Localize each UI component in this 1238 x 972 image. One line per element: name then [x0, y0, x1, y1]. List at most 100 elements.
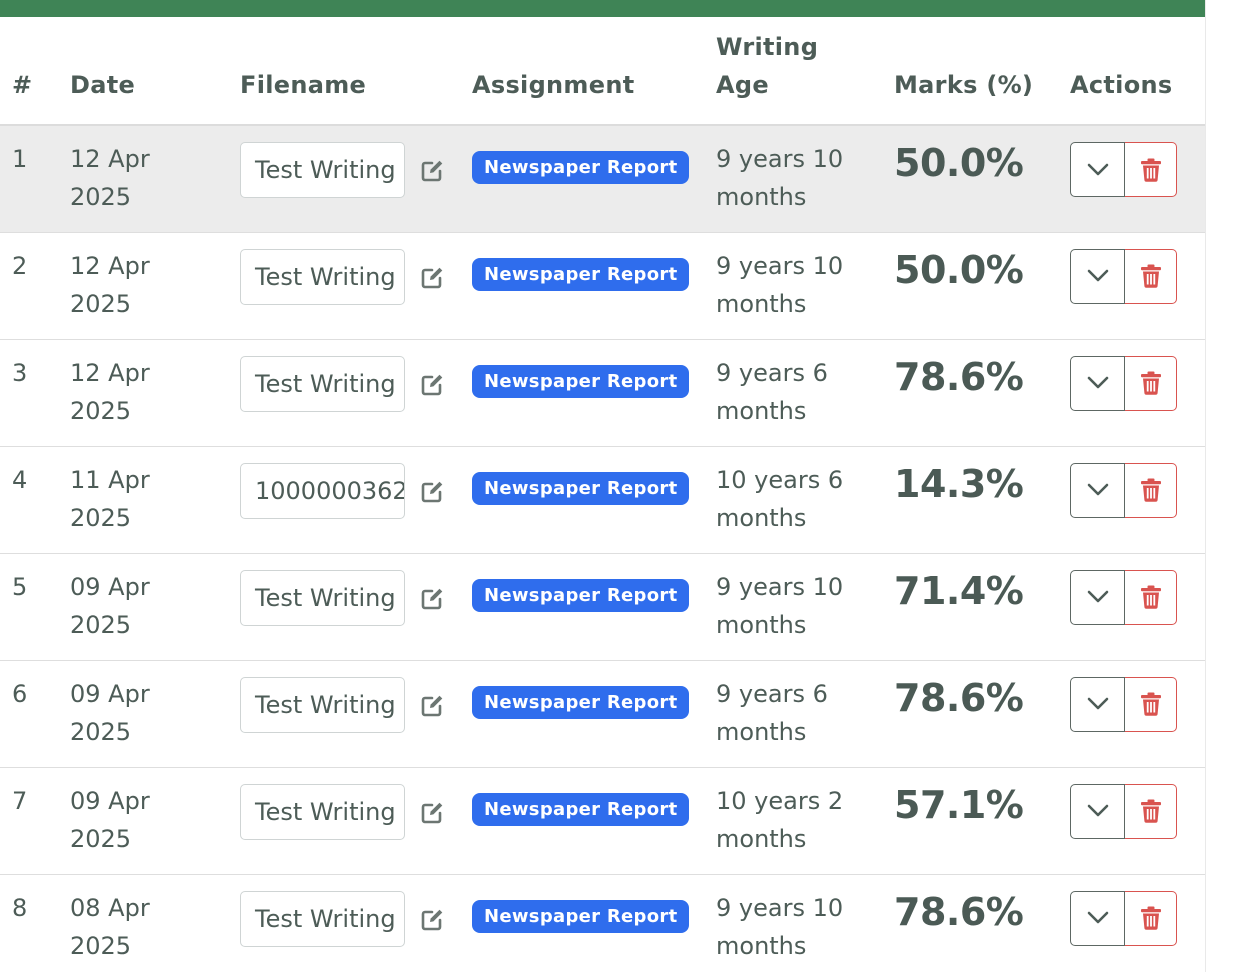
expand-button[interactable]	[1070, 462, 1126, 518]
table-row[interactable]: 1 12 Apr 2025 Test Writing Newspaper Repo…	[0, 125, 1205, 233]
filename-input[interactable]: Test Writing	[240, 783, 405, 840]
edit-icon[interactable]	[419, 157, 445, 183]
edit-icon[interactable]	[419, 906, 445, 932]
row-date: 09 Apr 2025	[70, 767, 240, 875]
row-writing-age-line1: 10 years 6	[716, 465, 844, 494]
delete-button[interactable]	[1125, 462, 1177, 518]
row-date: 09 Apr 2025	[70, 660, 240, 768]
delete-button[interactable]	[1125, 355, 1177, 411]
expand-button[interactable]	[1070, 248, 1126, 304]
row-date-day: 12 Apr	[70, 251, 150, 280]
trash-icon	[1140, 692, 1161, 716]
delete-button[interactable]	[1125, 890, 1177, 946]
filename-wrap: Test Writing	[240, 355, 472, 412]
row-assignment-cell: Newspaper Report	[472, 874, 716, 972]
delete-button[interactable]	[1125, 142, 1177, 197]
row-writing-age-line2: months	[716, 717, 807, 746]
row-date-day: 12 Apr	[70, 358, 150, 387]
column-header-writing-age: Writing Age	[716, 17, 894, 126]
column-header-actions: Actions	[1070, 17, 1205, 126]
chevron-down-icon	[1087, 804, 1109, 817]
table-row[interactable]: 7 09 Apr 2025 Test Writing Newspaper Repo…	[0, 767, 1205, 875]
assignment-badge: Newspaper Report	[472, 899, 690, 933]
row-marks: 71.4%	[894, 553, 1070, 661]
row-date-year: 2025	[70, 183, 132, 211]
expand-button[interactable]	[1070, 890, 1126, 946]
row-assignment-cell: Newspaper Report	[472, 339, 716, 447]
row-actions	[1070, 660, 1205, 768]
delete-button[interactable]	[1125, 676, 1177, 732]
column-header-assignment: Assignment	[472, 17, 716, 126]
actions-button-group	[1070, 890, 1177, 946]
delete-button[interactable]	[1125, 783, 1177, 839]
table-row[interactable]: 2 12 Apr 2025 Test Writing Newspaper Repo…	[0, 232, 1205, 340]
filename-input[interactable]: Test Writing	[240, 676, 405, 733]
row-date-day: 09 Apr	[70, 679, 150, 708]
row-date-year: 2025	[70, 610, 132, 639]
column-header-writing-age-line1: Writing	[716, 33, 819, 61]
row-date: 12 Apr 2025	[70, 339, 240, 447]
table-row[interactable]: 6 09 Apr 2025 Test Writing Newspaper Repo…	[0, 660, 1205, 768]
expand-button[interactable]	[1070, 676, 1126, 732]
row-date: 11 Apr 2025	[70, 446, 240, 554]
filename-wrap: Test Writing	[240, 248, 472, 305]
column-header-number: #	[0, 17, 70, 126]
delete-button[interactable]	[1125, 248, 1177, 304]
row-number: 2	[0, 232, 70, 340]
actions-button-group	[1070, 462, 1177, 518]
trash-icon	[1140, 906, 1161, 930]
row-date-day: 08 Apr	[70, 893, 150, 922]
row-date: 08 Apr 2025	[70, 874, 240, 972]
assignment-badge: Newspaper Report	[472, 471, 690, 505]
actions-button-group	[1070, 676, 1177, 732]
header-bar	[0, 0, 1205, 17]
filename-input[interactable]: 1000000362	[240, 462, 405, 519]
table-row[interactable]: 3 12 Apr 2025 Test Writing Newspaper Repo…	[0, 339, 1205, 447]
row-writing-age: 10 years 6 months	[716, 446, 894, 554]
edit-icon[interactable]	[419, 264, 445, 290]
filename-input[interactable]: Test Writing	[240, 142, 405, 198]
expand-button[interactable]	[1070, 355, 1126, 411]
row-assignment-cell: Newspaper Report	[472, 232, 716, 340]
filename-wrap: Test Writing	[240, 569, 472, 626]
assignment-badge: Newspaper Report	[472, 151, 690, 184]
expand-button[interactable]	[1070, 783, 1126, 839]
row-marks: 78.6%	[894, 874, 1070, 972]
row-writing-age: 9 years 10 months	[716, 232, 894, 340]
edit-icon[interactable]	[419, 371, 445, 397]
row-actions	[1070, 232, 1205, 340]
filename-input[interactable]: Test Writing	[240, 248, 405, 305]
filename-wrap: Test Writing	[240, 142, 472, 198]
row-actions	[1070, 339, 1205, 447]
table-row[interactable]: 4 11 Apr 2025 1000000362 Newspaper Report…	[0, 446, 1205, 554]
edit-icon[interactable]	[419, 478, 445, 504]
table-row[interactable]: 8 08 Apr 2025 Test Writing Newspaper Repo…	[0, 874, 1205, 972]
filename-wrap: Test Writing	[240, 676, 472, 733]
expand-button[interactable]	[1070, 142, 1126, 197]
row-writing-age-line1: 9 years 10	[716, 572, 844, 601]
table-body: 1 12 Apr 2025 Test Writing Newspaper Repo…	[0, 125, 1205, 972]
edit-icon[interactable]	[419, 799, 445, 825]
trash-icon	[1140, 158, 1161, 182]
row-filename-cell: Test Writing	[240, 339, 472, 447]
trash-icon	[1140, 371, 1161, 395]
column-header-filename: Filename	[240, 17, 472, 126]
row-writing-age-line2: months	[716, 183, 807, 211]
filename-input[interactable]: Test Writing	[240, 890, 405, 947]
filename-input[interactable]: Test Writing	[240, 569, 405, 626]
expand-button[interactable]	[1070, 569, 1126, 625]
table-row[interactable]: 5 09 Apr 2025 Test Writing Newspaper Repo…	[0, 553, 1205, 661]
filename-input[interactable]: Test Writing	[240, 355, 405, 412]
row-actions	[1070, 767, 1205, 875]
edit-icon[interactable]	[419, 692, 445, 718]
row-writing-age: 9 years 10 months	[716, 874, 894, 972]
row-writing-age-line1: 9 years 6	[716, 679, 828, 708]
row-actions	[1070, 125, 1205, 233]
delete-button[interactable]	[1125, 569, 1177, 625]
filename-wrap: Test Writing	[240, 783, 472, 840]
actions-button-group	[1070, 355, 1177, 411]
row-date-day: 11 Apr	[70, 465, 150, 494]
table-header-row: # Date Filename Assignment Writing Age Ma…	[0, 17, 1205, 126]
chevron-down-icon	[1087, 269, 1109, 282]
edit-icon[interactable]	[419, 585, 445, 611]
